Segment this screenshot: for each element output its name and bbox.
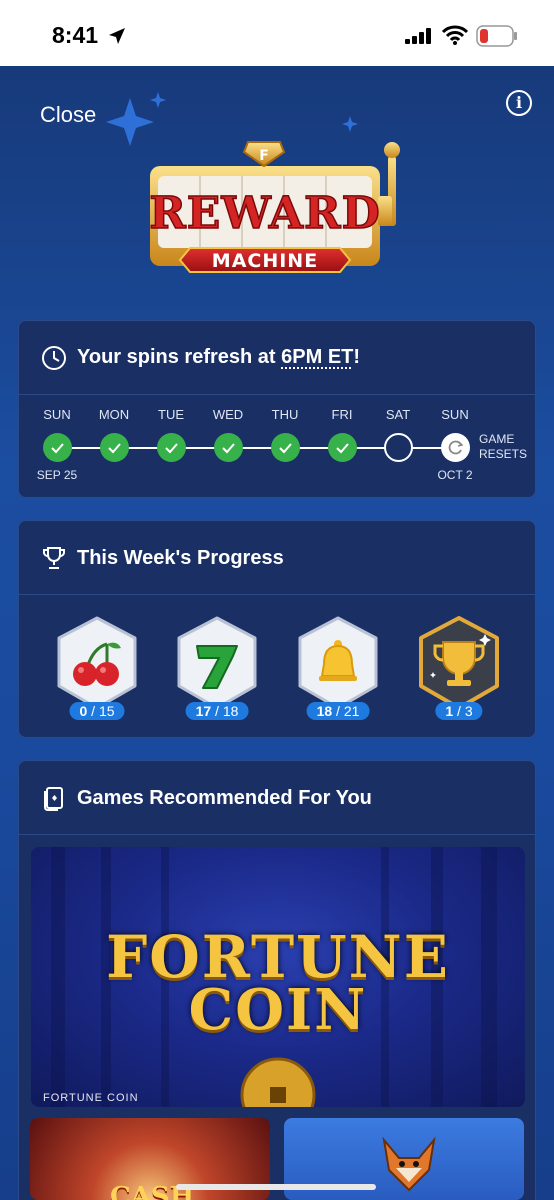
day-label: WED xyxy=(212,407,244,422)
info-button[interactable]: i xyxy=(506,90,532,116)
day-label: MON xyxy=(98,407,130,422)
badge-current: 1 xyxy=(445,703,454,719)
gold-coin-icon xyxy=(240,1057,316,1107)
day-label: SUN xyxy=(441,407,469,422)
battery-icon xyxy=(476,25,517,47)
day-sun-2: SUN OCT 2 xyxy=(425,407,485,482)
badge-current: 18 xyxy=(316,703,333,719)
trophy-outline-icon xyxy=(43,547,65,569)
day-label: SAT xyxy=(385,407,411,422)
spins-refresh-card: Your spins refresh at 6PM ET! SUN SEP 25… xyxy=(18,320,536,498)
badge-count: 0 / 15 xyxy=(69,702,125,720)
badge-total: 21 xyxy=(343,703,360,719)
day-sun-1: SUN SEP 25 xyxy=(27,407,87,482)
reset-icon xyxy=(440,433,470,462)
home-indicator[interactable] xyxy=(176,1184,376,1190)
status-time: 8:41 xyxy=(52,22,99,48)
cherry-badge[interactable]: 0 / 15 xyxy=(51,616,143,726)
location-arrow-icon xyxy=(109,28,125,44)
trophy-badge[interactable]: 1 / 3 xyxy=(413,616,505,726)
progress-card-header: This Week's Progress xyxy=(19,521,535,595)
games-title: Games Recommended For You xyxy=(77,787,372,809)
signal-icon xyxy=(405,28,431,44)
bell-badge[interactable]: 18 / 21 xyxy=(292,616,384,726)
week-tracker: SUN SEP 25 MON TUE WED THU FRI SAT SUN O… xyxy=(19,321,537,499)
progress-title: This Week's Progress xyxy=(77,547,284,569)
start-date: SEP 25 xyxy=(36,468,78,482)
day-check-icon xyxy=(99,433,129,462)
day-label: TUE xyxy=(158,407,184,422)
badge-count: 1 / 3 xyxy=(435,702,483,720)
day-mon: MON xyxy=(84,407,144,462)
badge-total: 15 xyxy=(98,703,115,719)
games-card-header: Games Recommended For You xyxy=(19,761,535,835)
day-thu: THU xyxy=(255,407,315,462)
weekly-progress-card: This Week's Progress 0 / 15 17 / 18 18 /… xyxy=(18,520,536,738)
day-tue: TUE xyxy=(141,407,201,462)
cards-icon xyxy=(44,787,63,811)
coin-text: COIN xyxy=(188,977,368,1043)
badge-current: 0 xyxy=(79,703,88,719)
logo-reward-text: REWARD xyxy=(150,188,381,239)
sparkle-decoration xyxy=(342,116,358,132)
hexagon-frame xyxy=(298,616,378,710)
day-empty-circle xyxy=(383,433,413,462)
end-date: OCT 2 xyxy=(437,468,473,482)
fox-character-icon xyxy=(382,1136,436,1192)
game-resets-line1: GAME xyxy=(479,432,515,446)
game-resets-label: GAME RESETS xyxy=(479,432,527,462)
day-wed: WED xyxy=(198,407,258,462)
badge-current: 17 xyxy=(195,703,212,719)
badge-count: 17 / 18 xyxy=(185,702,249,720)
day-check-icon xyxy=(327,433,357,462)
badge-total: 18 xyxy=(222,703,239,719)
day-check-icon xyxy=(156,433,186,462)
fortune-coin-game-tile[interactable]: FORTUNE COIN FORTUNE COIN xyxy=(31,847,525,1107)
wifi-icon xyxy=(442,25,468,45)
close-button[interactable]: Close xyxy=(40,102,96,128)
day-label: THU xyxy=(271,407,299,422)
logo-brand-mark: F xyxy=(259,148,269,164)
game-resets-line2: RESETS xyxy=(479,447,528,461)
game-caption: FORTUNE COIN xyxy=(43,1092,139,1104)
day-check-icon xyxy=(42,433,72,462)
status-bar: 8:41 xyxy=(0,0,554,66)
reward-machine-screen: Close i F REWARD MACHINE Your spins refr… xyxy=(0,66,554,1200)
badge-count: 18 / 21 xyxy=(306,702,370,720)
badge-total: 3 xyxy=(464,703,473,719)
logo-machine-text: MACHINE xyxy=(212,250,318,272)
day-fri: FRI xyxy=(312,407,372,462)
day-check-icon xyxy=(213,433,243,462)
day-sat: SAT xyxy=(368,407,428,462)
day-label: FRI xyxy=(331,407,353,422)
reward-machine-logo: F REWARD MACHINE xyxy=(150,141,400,273)
hexagon-frame xyxy=(57,616,137,710)
seven-badge[interactable]: 17 / 18 xyxy=(171,616,263,726)
day-check-icon xyxy=(270,433,300,462)
hexagon-frame xyxy=(177,616,257,710)
hexagon-frame xyxy=(419,616,499,710)
day-label: SUN xyxy=(43,407,71,422)
